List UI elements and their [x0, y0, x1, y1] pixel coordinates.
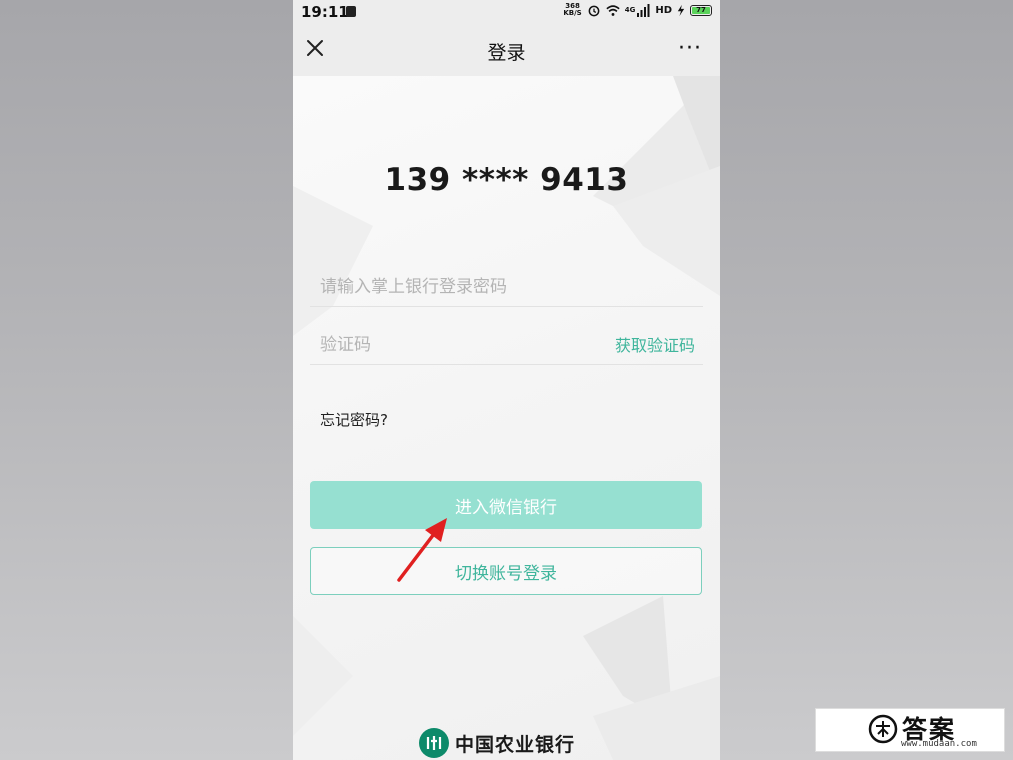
site-watermark: 答案 www.mudaan.com	[815, 708, 1005, 752]
net-speed: 368 KB/S	[563, 3, 581, 17]
code-placeholder: 验证码	[320, 335, 371, 355]
verification-code-field[interactable]: 验证码 获取验证码	[310, 318, 703, 365]
switch-button-label: 切换账号登录	[455, 563, 557, 584]
watermark-url: www.mudaan.com	[901, 739, 977, 749]
alarm-icon	[588, 5, 600, 16]
network-label: 4G	[624, 6, 636, 14]
net-speed-unit: KB/S	[563, 9, 582, 17]
wifi-icon	[606, 4, 620, 16]
phone-screen: 19:11 368 KB/S 4G HD 77 登录 ··· 139 **** …	[293, 0, 720, 760]
nav-bar: 登录 ···	[293, 24, 720, 76]
enter-wechat-bank-button[interactable]: 进入微信银行	[310, 481, 702, 529]
page-title: 登录	[487, 42, 526, 64]
battery-level: 77	[692, 6, 710, 14]
password-placeholder: 请输入掌上银行登录密码	[320, 277, 507, 297]
abc-logo-icon	[419, 728, 449, 758]
get-code-button[interactable]: 获取验证码	[615, 332, 695, 356]
status-time: 19:11	[301, 3, 349, 21]
forgot-password-link[interactable]: 忘记密码?	[320, 409, 388, 430]
red-arrow-annotation	[397, 518, 447, 582]
charging-icon	[677, 4, 685, 16]
more-icon[interactable]: ···	[678, 38, 702, 60]
status-bar: 19:11 368 KB/S 4G HD 77	[293, 0, 720, 24]
status-icons: 368 KB/S 4G HD 77	[563, 3, 712, 17]
switch-account-button[interactable]: 切换账号登录	[310, 547, 702, 595]
signal-icon	[637, 3, 650, 17]
password-field[interactable]: 请输入掌上银行登录密码	[310, 260, 703, 307]
hd-label: HD	[655, 4, 672, 16]
login-content: 139 **** 9413 请输入掌上银行登录密码 验证码 获取验证码 忘记密码…	[293, 76, 720, 760]
battery-icon: 77	[690, 4, 712, 16]
enter-button-label: 进入微信银行	[455, 497, 557, 518]
masked-phone-number: 139 **** 9413	[384, 162, 629, 198]
bank-name: 中国农业银行	[455, 733, 576, 756]
notification-icon	[346, 6, 356, 17]
watermark-logo-icon	[868, 714, 898, 744]
bank-logo: 中国农业银行	[419, 728, 575, 758]
